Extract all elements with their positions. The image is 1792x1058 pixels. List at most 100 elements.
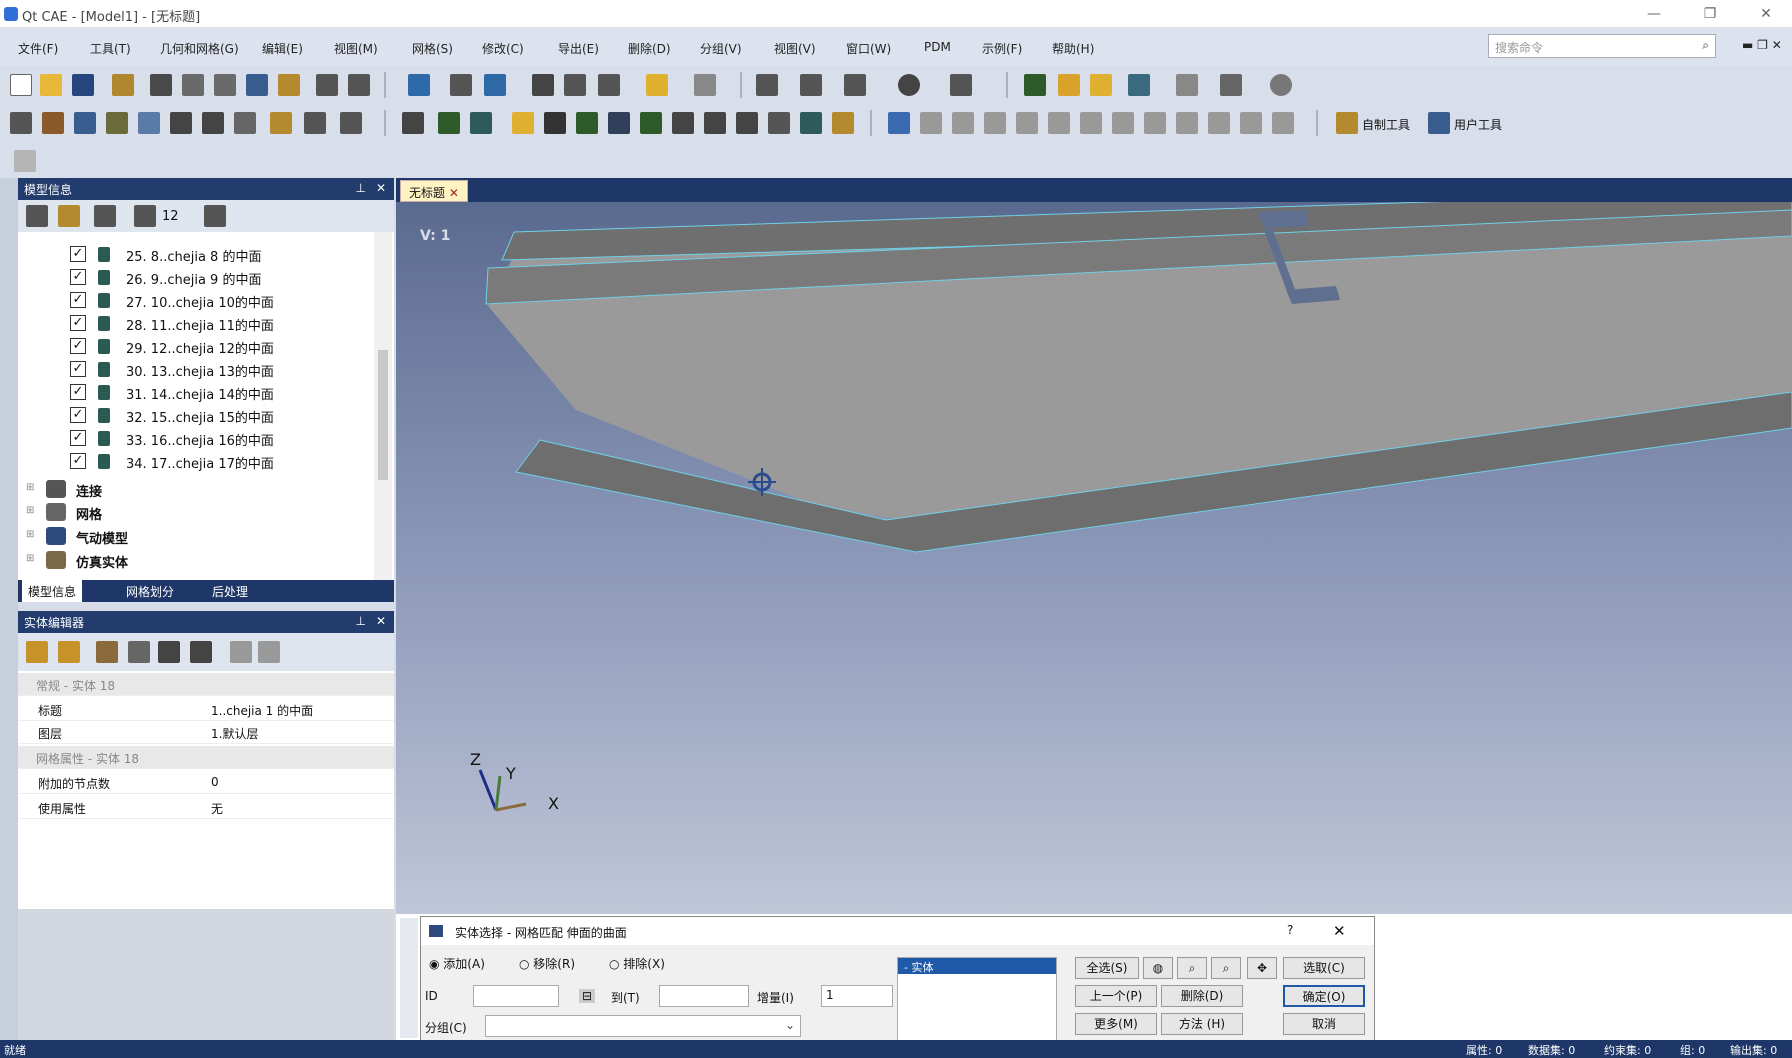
sync-icon[interactable] (1176, 112, 1198, 134)
download-icon[interactable] (1208, 112, 1230, 134)
fillet-icon[interactable] (672, 112, 694, 134)
property-row[interactable]: 附加的节点数 0 (18, 771, 394, 794)
menu-mesh[interactable]: 网格(S) (412, 40, 453, 57)
pick-tool-icon[interactable]: ✥ (1247, 957, 1277, 979)
midsurface-icon[interactable] (576, 112, 598, 134)
menu-export[interactable]: 导出(E) (558, 40, 599, 57)
window-icon[interactable] (1048, 112, 1070, 134)
chart-icon[interactable] (106, 112, 128, 134)
new-file-icon[interactable] (10, 74, 32, 96)
checkbox[interactable]: ✓ (70, 338, 86, 354)
property-row[interactable]: 使用属性无 (18, 796, 394, 819)
method-button[interactable]: 方法 (H) (1161, 1013, 1243, 1035)
axis-icon[interactable] (950, 74, 972, 96)
dynamic-icon[interactable] (898, 74, 920, 96)
tab-untitled[interactable]: 无标题 ✕ (400, 180, 468, 202)
close-icon[interactable]: ✕ (376, 181, 386, 195)
dock-side-tab[interactable] (400, 918, 418, 1038)
close-icon[interactable]: ✕ (376, 614, 386, 628)
categorized-icon[interactable] (128, 641, 150, 663)
intersect-icon[interactable] (736, 112, 758, 134)
view-panel-icon[interactable] (646, 74, 668, 96)
custom-tools-button[interactable]: 自制工具 (1362, 116, 1410, 133)
property-category-general[interactable]: 常规 - 实体 18 (18, 673, 394, 696)
menu-view-m[interactable]: 视图(M) (334, 40, 378, 57)
pin-icon[interactable]: ⊥ (356, 614, 366, 628)
menu-pdm[interactable]: PDM (924, 40, 951, 54)
analysis-icon[interactable] (340, 112, 362, 134)
save-icon[interactable] (72, 74, 94, 96)
model-tree-icon[interactable] (10, 112, 32, 134)
property-category-mesh[interactable]: 网格属性 - 实体 18 (18, 746, 394, 769)
bracket-top[interactable] (1258, 210, 1308, 228)
tab-meshing[interactable]: 网格划分 (120, 580, 180, 602)
upload-icon[interactable] (1240, 112, 1262, 134)
copy-icon[interactable] (94, 205, 116, 227)
radio-remove[interactable]: ○ 移除(R) (519, 955, 575, 972)
checkbox[interactable]: ✓ (70, 361, 86, 377)
menu-window[interactable]: 窗口(W) (846, 40, 891, 57)
constraint-icon[interactable] (304, 112, 326, 134)
brush-icon[interactable] (1058, 74, 1080, 96)
minimize-button[interactable]: — (1636, 4, 1672, 24)
part-icon[interactable] (42, 112, 64, 134)
restore-button[interactable]: ❐ (1692, 4, 1728, 24)
zoom-select-icon[interactable]: ⌕ (1211, 957, 1241, 979)
pointer-icon[interactable] (800, 74, 822, 96)
id-input[interactable] (473, 985, 559, 1007)
more-button[interactable]: 更多(M) (1075, 1013, 1157, 1035)
split-icon[interactable] (640, 112, 662, 134)
scrollbar-thumb[interactable] (378, 350, 388, 480)
help-button[interactable]: ? (1287, 923, 1293, 937)
expand-icon[interactable]: ⊞ (26, 529, 34, 540)
layers-icon[interactable] (278, 74, 300, 96)
select-all-button[interactable]: 全选(S) (1075, 957, 1139, 979)
panel-icon[interactable] (1016, 112, 1038, 134)
extrude-icon[interactable] (512, 112, 534, 134)
menu-geometry[interactable]: 几何和网格(G) (160, 40, 239, 57)
menu-edit[interactable]: 编辑(E) (262, 40, 303, 57)
tree-scrollbar[interactable] (374, 232, 392, 580)
tab-postprocess[interactable]: 后处理 (206, 580, 254, 602)
menu-file[interactable]: 文件(F) (18, 40, 58, 57)
checkbox[interactable]: ✓ (70, 292, 86, 308)
pick-button[interactable]: 选取(C) (1283, 957, 1365, 979)
eraser-icon[interactable] (1090, 74, 1112, 96)
to-icon[interactable]: ⊟ (579, 989, 596, 1003)
pen-icon[interactable] (204, 205, 226, 227)
search-icon[interactable]: ⌕ (1702, 38, 1709, 53)
shell-icon[interactable] (470, 112, 492, 134)
element-icon[interactable] (202, 112, 224, 134)
list-icon[interactable] (532, 74, 554, 96)
expand-icon[interactable]: ⊞ (26, 482, 34, 493)
undo-icon[interactable] (316, 74, 338, 96)
node-icon[interactable] (170, 112, 192, 134)
print-icon[interactable] (150, 74, 172, 96)
increment-input[interactable]: 1 (821, 985, 893, 1007)
tool-icon[interactable] (800, 112, 822, 134)
confirm-button[interactable]: 确定(O) (1283, 985, 1365, 1007)
cancel-button[interactable]: 取消 (1283, 1013, 1365, 1035)
settings-icon[interactable] (1270, 74, 1292, 96)
grid-icon[interactable] (214, 74, 236, 96)
fit-view-icon[interactable] (844, 74, 866, 96)
lock-icon[interactable] (26, 641, 48, 663)
sort-icon[interactable] (158, 641, 180, 663)
paste-icon[interactable] (58, 641, 80, 663)
table-layout-icon[interactable] (984, 112, 1006, 134)
sketch-icon[interactable] (402, 112, 424, 134)
group-select[interactable] (485, 1015, 801, 1037)
expand-icon[interactable]: ⊞ (26, 553, 34, 564)
report-icon[interactable] (246, 74, 268, 96)
menu-delete[interactable]: 删除(D) (628, 40, 671, 57)
radio-add[interactable]: ◉ 添加(A) (429, 955, 485, 972)
mesh-view-icon[interactable] (694, 74, 716, 96)
surface-shade-icon[interactable] (1024, 74, 1046, 96)
checkbox[interactable]: ✓ (70, 407, 86, 423)
tree-view-icon[interactable] (26, 205, 48, 227)
export-icon[interactable] (230, 641, 252, 663)
move-icon[interactable] (1220, 74, 1242, 96)
render-icon[interactable] (1128, 74, 1150, 96)
list-item[interactable]: - 实体 (898, 958, 1056, 974)
properties-icon[interactable] (190, 641, 212, 663)
